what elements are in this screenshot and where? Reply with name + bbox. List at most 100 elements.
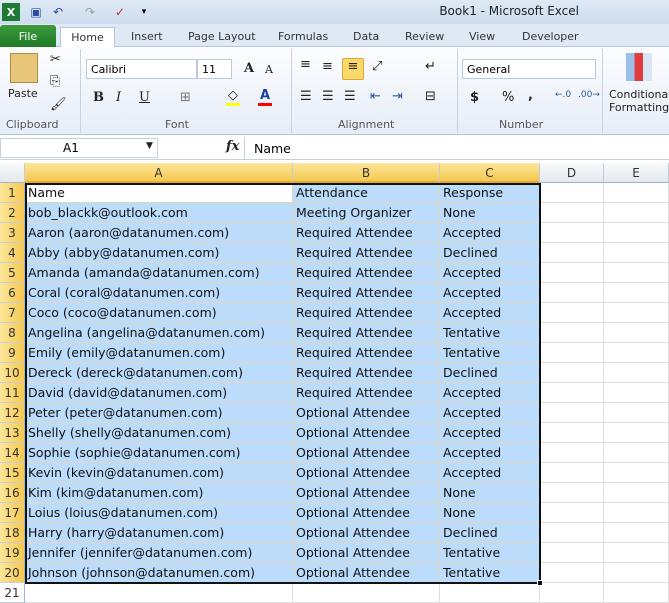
row-header-2[interactable]: 2: [0, 203, 25, 223]
cell-C1[interactable]: Response: [440, 183, 540, 203]
decrease-decimal-icon[interactable]: .00→: [578, 90, 600, 100]
tab-insert[interactable]: Insert: [131, 27, 163, 47]
insert-function-button[interactable]: fx: [226, 139, 239, 154]
save-icon[interactable]: ▣: [28, 3, 44, 21]
cell-B1[interactable]: Attendance: [293, 183, 440, 203]
cell-A9[interactable]: Emily (emily@datanumen.com): [25, 343, 293, 363]
cell-E21[interactable]: [604, 583, 669, 603]
cell-C21[interactable]: [440, 583, 540, 603]
row-header-19[interactable]: 19: [0, 543, 25, 563]
cell-B20[interactable]: Optional Attendee: [293, 563, 440, 583]
cell-D8[interactable]: [540, 323, 604, 343]
bold-button[interactable]: B: [93, 90, 104, 105]
row-header-11[interactable]: 11: [0, 383, 25, 403]
row-header-1[interactable]: 1: [0, 183, 25, 203]
cell-C6[interactable]: Accepted: [440, 283, 540, 303]
cell-B12[interactable]: Optional Attendee: [293, 403, 440, 423]
currency-button[interactable]: $: [470, 90, 479, 105]
row-header-14[interactable]: 14: [0, 443, 25, 463]
cell-C2[interactable]: None: [440, 203, 540, 223]
cell-C8[interactable]: Tentative: [440, 323, 540, 343]
cell-A19[interactable]: Jennifer (jennifer@datanumen.com): [25, 543, 293, 563]
increase-indent-icon[interactable]: ⇥: [392, 89, 403, 104]
borders-icon[interactable]: ⊞: [180, 90, 191, 105]
cell-A8[interactable]: Angelina (angelina@datanumen.com): [25, 323, 293, 343]
cell-B17[interactable]: Optional Attendee: [293, 503, 440, 523]
row-header-13[interactable]: 13: [0, 423, 25, 443]
cell-B15[interactable]: Optional Attendee: [293, 463, 440, 483]
grow-font-icon[interactable]: A: [244, 61, 254, 76]
row-header-17[interactable]: 17: [0, 503, 25, 523]
cell-C10[interactable]: Declined: [440, 363, 540, 383]
fill-color-icon[interactable]: ◇: [226, 88, 240, 106]
cell-B18[interactable]: Optional Attendee: [293, 523, 440, 543]
cell-A1[interactable]: Name: [25, 183, 293, 203]
middle-align-icon[interactable]: ≡: [322, 59, 333, 74]
cell-E1[interactable]: [604, 183, 669, 203]
merge-center-icon[interactable]: ⊟: [425, 89, 436, 104]
name-box[interactable]: A1: [0, 138, 158, 158]
cell-D13[interactable]: [540, 423, 604, 443]
cell-C15[interactable]: Accepted: [440, 463, 540, 483]
cell-D1[interactable]: [540, 183, 604, 203]
row-header-20[interactable]: 20: [0, 563, 25, 583]
cell-B19[interactable]: Optional Attendee: [293, 543, 440, 563]
cell-C5[interactable]: Accepted: [440, 263, 540, 283]
cell-A7[interactable]: Coco (coco@datanumen.com): [25, 303, 293, 323]
column-header-C[interactable]: C: [440, 163, 540, 183]
cell-D7[interactable]: [540, 303, 604, 323]
cell-A16[interactable]: Kim (kim@datanumen.com): [25, 483, 293, 503]
cell-B6[interactable]: Required Attendee: [293, 283, 440, 303]
tab-developer[interactable]: Developer: [522, 27, 579, 47]
cell-B11[interactable]: Required Attendee: [293, 383, 440, 403]
cell-B8[interactable]: Required Attendee: [293, 323, 440, 343]
font-size-dropdown[interactable]: 11: [197, 59, 232, 79]
cell-E8[interactable]: [604, 323, 669, 343]
cell-B14[interactable]: Optional Attendee: [293, 443, 440, 463]
cell-C4[interactable]: Declined: [440, 243, 540, 263]
cell-C11[interactable]: Accepted: [440, 383, 540, 403]
tab-page-layout[interactable]: Page Layout: [188, 27, 256, 47]
tab-view[interactable]: View: [469, 27, 495, 47]
cell-D20[interactable]: [540, 563, 604, 583]
underline-button[interactable]: U: [139, 90, 150, 105]
cell-B10[interactable]: Required Attendee: [293, 363, 440, 383]
cell-D14[interactable]: [540, 443, 604, 463]
cell-E4[interactable]: [604, 243, 669, 263]
italic-button[interactable]: I: [116, 90, 121, 105]
cell-A21[interactable]: [25, 583, 293, 603]
row-header-16[interactable]: 16: [0, 483, 25, 503]
cell-E10[interactable]: [604, 363, 669, 383]
row-header-15[interactable]: 15: [0, 463, 25, 483]
copy-icon[interactable]: ⎘: [50, 74, 60, 89]
row-header-21[interactable]: 21: [0, 583, 25, 603]
row-header-7[interactable]: 7: [0, 303, 25, 323]
cell-A12[interactable]: Peter (peter@datanumen.com): [25, 403, 293, 423]
cell-A15[interactable]: Kevin (kevin@datanumen.com): [25, 463, 293, 483]
cell-C17[interactable]: None: [440, 503, 540, 523]
cell-A5[interactable]: Amanda (amanda@datanumen.com): [25, 263, 293, 283]
cell-A13[interactable]: Shelly (shelly@datanumen.com): [25, 423, 293, 443]
cell-D2[interactable]: [540, 203, 604, 223]
cell-B5[interactable]: Required Attendee: [293, 263, 440, 283]
conditional-formatting-icon[interactable]: [626, 53, 652, 81]
cell-A20[interactable]: Johnson (johnson@datanumen.com): [25, 563, 293, 583]
cell-E17[interactable]: [604, 503, 669, 523]
row-header-12[interactable]: 12: [0, 403, 25, 423]
cell-D11[interactable]: [540, 383, 604, 403]
bottom-align-icon[interactable]: ≡: [342, 58, 364, 80]
cell-E3[interactable]: [604, 223, 669, 243]
row-header-6[interactable]: 6: [0, 283, 25, 303]
increase-decimal-icon[interactable]: ←.0: [555, 90, 571, 100]
cell-E15[interactable]: [604, 463, 669, 483]
cell-E7[interactable]: [604, 303, 669, 323]
align-left-icon[interactable]: ☰: [300, 89, 312, 104]
cell-A11[interactable]: David (david@datanumen.com): [25, 383, 293, 403]
cell-C9[interactable]: Tentative: [440, 343, 540, 363]
cell-B21[interactable]: [293, 583, 440, 603]
cell-C3[interactable]: Accepted: [440, 223, 540, 243]
cell-A14[interactable]: Sophie (sophie@datanumen.com): [25, 443, 293, 463]
cell-D21[interactable]: [540, 583, 604, 603]
cell-D5[interactable]: [540, 263, 604, 283]
cell-A4[interactable]: Abby (abby@datanumen.com): [25, 243, 293, 263]
